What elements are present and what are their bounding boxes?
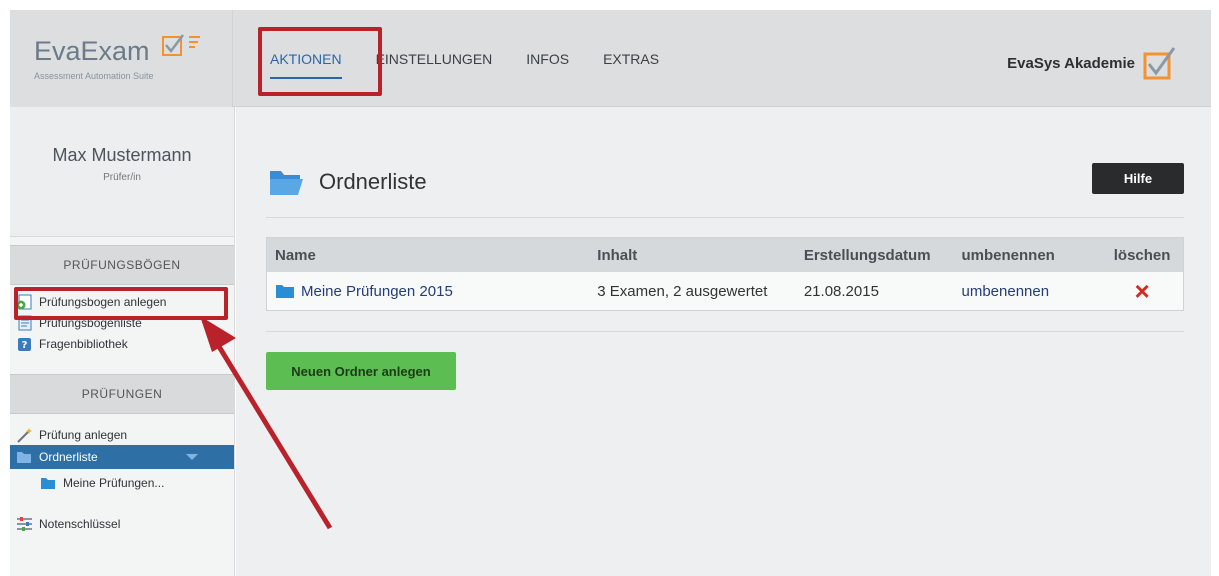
section-pruefungsboegen: PRÜFUNGSBÖGEN (10, 245, 234, 285)
col-name: Name (275, 246, 316, 264)
magic-wand-icon (17, 427, 32, 443)
top-header: EvaExam Assessment Automation Suite AKTI… (10, 10, 1211, 107)
sidebar-item-label: Meine Prüfungen... (63, 475, 165, 490)
table-header: Name Inhalt Erstellungsdatum umbenennen … (267, 238, 1183, 272)
nav-extras[interactable]: EXTRAS (603, 47, 659, 71)
folder-link[interactable]: Meine Prüfungen 2015 (301, 283, 453, 300)
nav-infos[interactable]: INFOS (526, 47, 569, 71)
open-folder-icon (17, 452, 31, 463)
folder-icon (41, 477, 55, 489)
evaexam-logo[interactable]: EvaExam Assessment Automation Suite (10, 10, 233, 107)
open-folder-icon (270, 171, 303, 195)
rename-link[interactable]: umbenennen (962, 283, 1050, 300)
sidebar-item-label: Fragenbibliothek (39, 336, 128, 351)
logo-title: EvaExam (34, 36, 150, 66)
folder-icon (276, 285, 294, 298)
sidebar-item-notenschluessel[interactable]: Notenschlüssel (10, 513, 234, 534)
col-inhalt: Inhalt (597, 246, 638, 264)
chevron-down-icon[interactable] (186, 454, 198, 460)
cell-inhalt: 3 Examen, 2 ausgewertet (597, 282, 768, 300)
sidebar-item-label: Ordnerliste (39, 450, 98, 464)
nav-highlight-frame (258, 27, 382, 96)
help-button[interactable]: Hilfe (1092, 163, 1184, 194)
sliders-icon (17, 516, 32, 531)
sidebar-item-label: Prüfung anlegen (39, 427, 128, 442)
table-row: Meine Prüfungen 2015 3 Examen, 2 ausgewe… (267, 272, 1183, 310)
sidebar-item-pruefung-anlegen[interactable]: Prüfung anlegen (10, 424, 234, 445)
sidebar-highlight-frame (14, 287, 228, 320)
cell-name: Meine Prüfungen 2015 (267, 283, 597, 300)
nav-einstellungen[interactable]: EINSTELLUNGEN (376, 47, 493, 71)
brand: EvaSys Akademie (1007, 46, 1177, 80)
logo-lines-icon (189, 36, 200, 48)
cell-date: 21.08.2015 (803, 282, 879, 300)
menu-pruefungen: Prüfung anlegen Ordnerliste Meine Prüfun… (10, 414, 234, 534)
divider (266, 217, 1184, 218)
checkbox-logo-icon (162, 34, 184, 56)
sidebar-item-label: Notenschlüssel (39, 516, 121, 531)
col-date: Erstellungsdatum (803, 246, 931, 264)
brand-name: EvaSys Akademie (1007, 54, 1135, 72)
sidebar-item-fragenbibliothek[interactable]: ? Fragenbibliothek (10, 333, 234, 354)
cell-rename: umbenennen (962, 283, 1102, 300)
col-rename: umbenennen (961, 246, 1055, 264)
sidebar-item-meine-pruefungen[interactable]: Meine Prüfungen... (10, 472, 234, 493)
main-content: Ordnerliste Hilfe Name Inhalt Erstellung… (236, 107, 1211, 576)
col-delete: löschen (1113, 246, 1171, 264)
page-title: Ordnerliste (319, 169, 427, 194)
user-role: Prüfer/in (103, 172, 141, 183)
delete-icon[interactable]: × (1135, 276, 1150, 306)
user-name: Max Mustermann (52, 145, 192, 165)
section-pruefungen: PRÜFUNGEN (10, 374, 234, 414)
divider (266, 331, 1184, 332)
cell-delete: × (1101, 278, 1183, 304)
sidebar-item-ordnerliste[interactable]: Ordnerliste (10, 445, 234, 469)
new-folder-button[interactable]: Neuen Ordner anlegen (266, 352, 456, 390)
sidebar: Max Mustermann Prüfer/in PRÜFUNGSBÖGEN P… (10, 107, 235, 576)
user-block: Max Mustermann Prüfer/in (10, 107, 234, 237)
folder-table: Name Inhalt Erstellungsdatum umbenennen … (266, 237, 1184, 311)
question-book-icon: ? (18, 337, 31, 351)
logo-subtitle: Assessment Automation Suite (34, 71, 154, 81)
brand-check-icon (1143, 47, 1176, 80)
page-title-area: Ordnerliste (269, 167, 427, 197)
svg-text:?: ? (22, 340, 28, 351)
